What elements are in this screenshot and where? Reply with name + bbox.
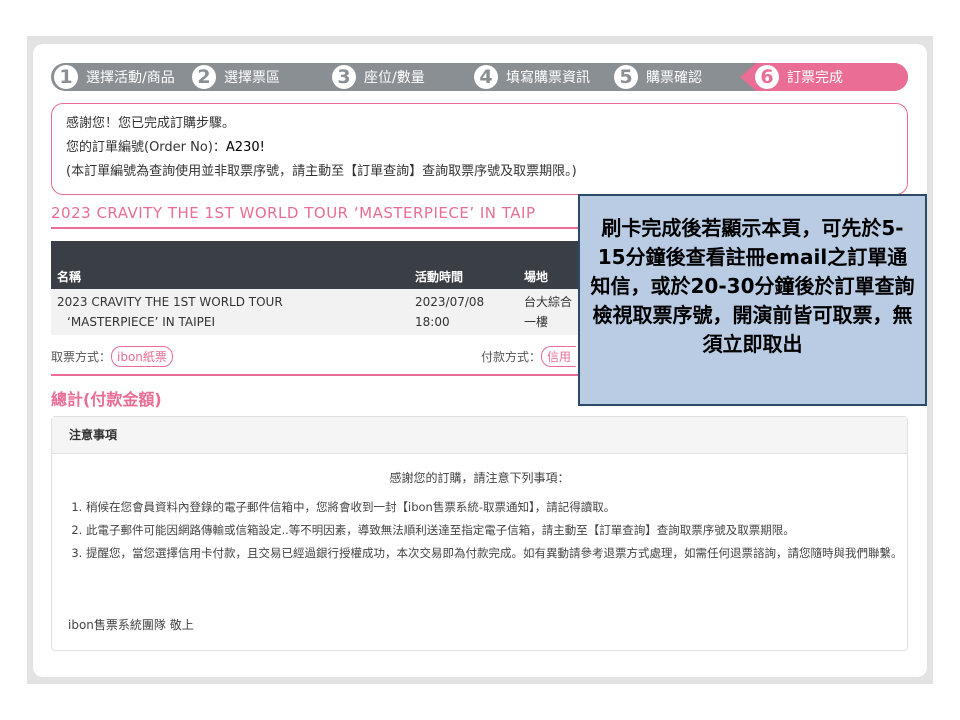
payment-divider (51, 374, 578, 376)
pickup-badge: ibon紙票 (111, 346, 173, 367)
step-number: 5 (614, 65, 638, 89)
col-venue-header: 場地 (524, 270, 549, 284)
step-5: 5 購票確認 (614, 63, 702, 91)
event-date: 2023/07/08 (415, 295, 485, 309)
cell-venue: 台大綜合 一樓 (524, 292, 572, 332)
step-3: 3 座位/數量 (332, 63, 425, 91)
pickup-label: 取票方式： (51, 350, 112, 364)
order-number-label: 您的訂單編號(Order No)： (66, 140, 226, 155)
step-number: 6 (755, 65, 779, 89)
cell-event-name: 2023 CRAVITY THE 1ST WORLD TOUR ‘MASTERP… (57, 292, 283, 332)
notes-list: 稍候在您會員資料內登錄的電子郵件信箱中，您將會收到一封【ibon售票系統-取票通… (66, 497, 906, 566)
venue-line1: 台大綜合 (524, 295, 573, 309)
order-table-header: 名稱 活動時間 場地 (51, 241, 651, 289)
notes-panel: 注意事項 感謝您的訂購，請注意下列事項： 稍候在您會員資料內登錄的電子郵件信箱中… (51, 416, 908, 651)
step-6: 6 訂票完成 (755, 63, 843, 91)
event-title: 2023 CRAVITY THE 1ST WORLD TOUR ‘MASTERP… (51, 204, 536, 222)
venue-line2: 一樓 (524, 315, 549, 329)
list-item: 提醒您，當您選擇信用卡付款，且交易已經過銀行授權成功，本次交易即為付款完成。如有… (86, 543, 906, 564)
step-label: 座位/數量 (364, 70, 425, 86)
notes-intro: 感謝您的訂購，請注意下列事項： (389, 471, 570, 485)
event-name-line2: ‘MASTERPIECE’ IN TAIPEI (67, 315, 216, 329)
order-hint: (本訂單編號為查詢使用並非取票序號，請主動至【訂單查詢】查詢取票序號及取票期限。… (66, 164, 577, 179)
step-number: 1 (54, 65, 78, 89)
payment-method: 付款方式： 信用 (481, 346, 577, 367)
annotation-callout: 刷卡完成後若顯示本頁，可先於5-15分鐘後查看註冊email之訂單通知信，或於2… (578, 194, 927, 406)
thanks-text: 感謝您！您已完成訂購步驟。 (66, 116, 236, 131)
pickup-method: 取票方式： ibon紙票 (51, 346, 173, 367)
cell-event-time: 2023/07/08 18:00 (415, 292, 484, 332)
step-label: 選擇活動/商品 (86, 70, 175, 86)
event-name-line1: 2023 CRAVITY THE 1ST WORLD TOUR (57, 295, 283, 309)
step-2: 2 選擇票區 (192, 63, 280, 91)
order-number-line: 您的訂單編號(Order No)：A230! (66, 136, 907, 160)
step-1: 1 選擇活動/商品 (54, 63, 175, 91)
step-4: 4 填寫購票資訊 (474, 63, 590, 91)
payment-label: 付款方式： (481, 350, 542, 364)
completion-notice: 感謝您！您已完成訂購步驟。 您的訂單編號(Order No)：A230! (本訂… (51, 103, 908, 195)
step-label: 訂票完成 (787, 70, 843, 86)
col-date-header: 活動時間 (415, 270, 464, 284)
col-name-header: 名稱 (57, 270, 82, 284)
progress-stepper: 1 選擇活動/商品 2 選擇票區 3 座位/數量 4 填寫購票資訊 5 購票確認… (51, 63, 908, 91)
notes-title: 注意事項 (52, 417, 907, 454)
step-number: 4 (474, 65, 498, 89)
order-number: A230! (225, 140, 265, 155)
step-number: 3 (332, 65, 356, 89)
total-amount-label: 總計(付款金額) (51, 390, 162, 409)
notes-signoff: ibon售票系統團隊 敬上 (68, 618, 194, 632)
step-label: 選擇票區 (224, 70, 280, 86)
step-number: 2 (192, 65, 216, 89)
list-item: 此電子郵件可能因網路傳輸或信箱設定..等不明因素，導致無法順利送達至指定電子信箱… (86, 520, 906, 541)
event-time: 18:00 (415, 315, 450, 329)
step-label: 購票確認 (646, 70, 702, 86)
payment-badge: 信用 (541, 346, 577, 367)
step-label: 填寫購票資訊 (506, 70, 590, 86)
table-row: 2023 CRAVITY THE 1ST WORLD TOUR ‘MASTERP… (51, 289, 651, 335)
list-item: 稍候在您會員資料內登錄的電子郵件信箱中，您將會收到一封【ibon售票系統-取票通… (86, 497, 906, 518)
